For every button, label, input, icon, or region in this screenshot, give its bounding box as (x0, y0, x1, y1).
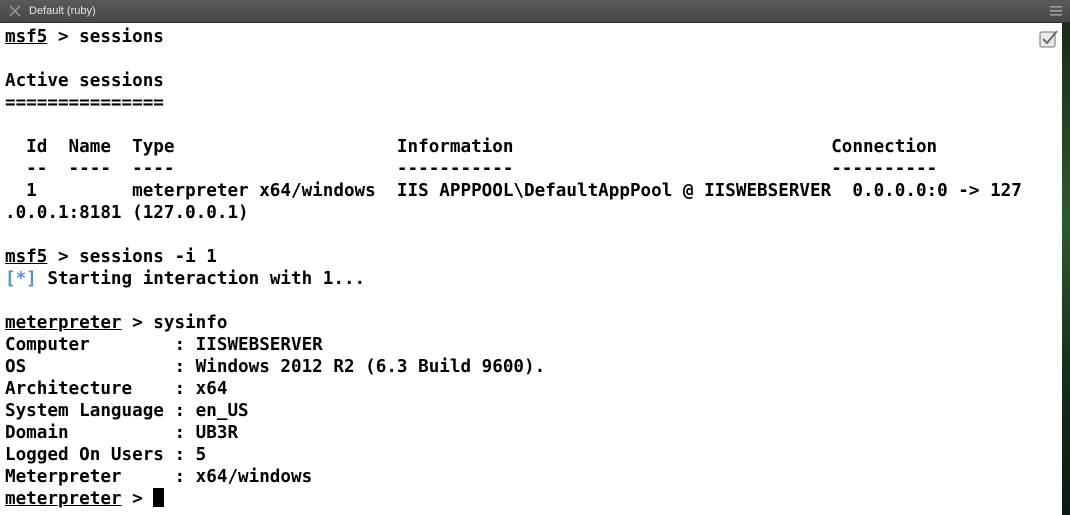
sessions-table-header: Id Name Type Information Connection (5, 137, 938, 157)
prompt-separator: > (121, 489, 154, 509)
prompt-msf5: msf5 (5, 247, 48, 267)
sysinfo-computer: Computer : IISWEBSERVER (5, 335, 323, 355)
hamburger-menu-icon[interactable] (1050, 6, 1062, 16)
status-text: Starting interaction with 1... (36, 269, 366, 289)
close-icon[interactable] (8, 4, 22, 18)
text-cursor (153, 488, 165, 507)
status-message: [*] Starting interaction with 1... (5, 268, 365, 290)
sysinfo-system-language: System Language : en_US (5, 401, 249, 421)
prompt-meterpreter: meterpreter (5, 313, 122, 333)
bookmark-check-icon[interactable] (1038, 28, 1060, 50)
command-text: > sessions (47, 27, 164, 47)
terminal-line-sysinfo-command: meterpreter > sysinfo (5, 312, 227, 334)
command-text: > sysinfo (121, 313, 228, 333)
terminal-current-prompt[interactable]: meterpreter > (5, 488, 165, 510)
command-text: > sessions -i 1 (47, 247, 217, 267)
sessions-table-row: 1 meterpreter x64/windows IIS APPPOOL\De… (5, 181, 1022, 201)
sysinfo-os: OS : Windows 2012 R2 (6.3 Build 9600). (5, 357, 546, 377)
sysinfo-meterpreter: Meterpreter : x64/windows (5, 467, 313, 487)
prompt-meterpreter: meterpreter (5, 489, 122, 509)
sessions-table-row-wrap: .0.0.1:8181 (127.0.0.1) (5, 203, 249, 223)
sysinfo-logged-on-users: Logged On Users : 5 (5, 445, 207, 465)
terminal-line-sessions-interact-command: msf5 > sessions -i 1 (5, 246, 217, 268)
sysinfo-domain: Domain : UB3R (5, 423, 239, 443)
info-marker: [*] (5, 269, 37, 289)
section-heading-active-sessions: Active sessions (5, 71, 164, 91)
window-titlebar[interactable]: Default (ruby) (0, 0, 1070, 23)
scrollbar[interactable] (1062, 23, 1070, 515)
prompt-msf5: msf5 (5, 27, 48, 47)
sysinfo-architecture: Architecture : x64 (5, 379, 228, 399)
section-heading-underline: =============== (5, 93, 164, 113)
sessions-table-separator: -- ---- ---- ----------- ---------- (5, 159, 938, 179)
terminal-line-sessions-command: msf5 > sessions (5, 26, 164, 48)
window-title: Default (ruby) (29, 5, 96, 17)
terminal-output[interactable]: msf5 > sessions Active sessions ========… (0, 23, 1062, 515)
